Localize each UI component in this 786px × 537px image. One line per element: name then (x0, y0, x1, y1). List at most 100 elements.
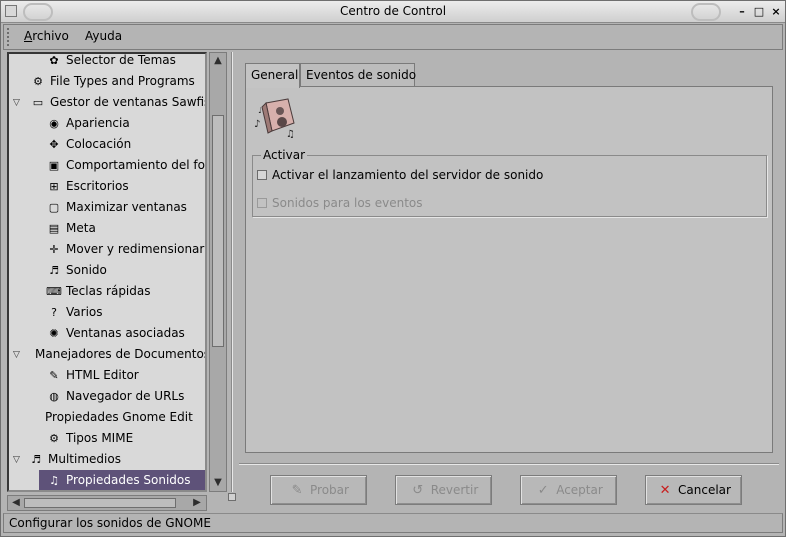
tree-item-label: Propiedades Sonidos (66, 473, 191, 487)
activar-frame: Activar Activar el lanzamiento del servi… (252, 148, 767, 217)
svg-text:♪: ♪ (254, 119, 260, 130)
revertir-button[interactable]: ↺ Revertir (395, 475, 492, 505)
capplet-tree: ✿ Selector de Temas ⚙ File Types and Progra… (7, 52, 207, 492)
scroll-thumb[interactable] (212, 115, 224, 347)
tree-item[interactable]: ◉ Apariencia (45, 113, 130, 134)
test-icon: ✎ (291, 483, 303, 498)
tree-item-label: Colocación (66, 137, 132, 151)
scroll-left-arrow-icon[interactable]: ◀ (9, 496, 23, 510)
globe-icon: ◍ (49, 389, 59, 403)
revert-icon: ↺ (412, 483, 424, 498)
tree-item-label: Gestor de ventanas Sawfish (50, 95, 207, 109)
menubar-grip[interactable] (7, 28, 13, 46)
general-tab-panel: ♪ ♫ ♩ Activar Activar el lanzamiento del… (245, 86, 773, 453)
tree-item-label: Teclas rápidas (66, 284, 151, 298)
tree-item[interactable]: ▭ Gestor de ventanas Sawfish (29, 92, 207, 113)
hscroll-thumb[interactable] (24, 498, 176, 508)
pen-icon: ✎ (49, 368, 59, 382)
menu-ayuda[interactable]: Ayuda (85, 29, 122, 43)
tree-horizontal-scrollbar[interactable]: ◀ ▶ (7, 495, 207, 511)
tree-item-label: Ventanas asociadas (66, 326, 185, 340)
control-center-window: Centro de Control – □ × Archivo Ayuda ✿ S… (0, 0, 786, 537)
svg-text:♩: ♩ (258, 106, 262, 115)
keys-icon: ⌨ (46, 284, 62, 298)
tree-item[interactable]: ▢ Maximizar ventanas (45, 197, 187, 218)
checkbox-box[interactable] (257, 170, 267, 180)
tree-item-label: Maximizar ventanas (66, 200, 187, 214)
tree-item[interactable]: ⚙ File Types and Programs (29, 71, 195, 92)
file-types-icon: ⚙ (33, 74, 43, 88)
aceptar-button[interactable]: ✓ Aceptar (520, 475, 617, 505)
maximize-button[interactable]: □ (752, 5, 766, 19)
status-bar: Configurar los sonidos de GNOME (3, 513, 783, 533)
menu-archivo[interactable]: Archivo (24, 29, 69, 43)
tree-item[interactable]: ✿ Selector de Temas (45, 53, 176, 71)
tree-item[interactable]: ? Varios (45, 302, 103, 323)
tab-eventos-de-sonido[interactable]: Eventos de sonido (300, 63, 416, 87)
meta-icon: ▤ (48, 221, 60, 235)
menu-bar: Archivo Ayuda (3, 24, 783, 50)
tab-general[interactable]: General (245, 63, 300, 88)
tree-item[interactable]: ⚙ Tipos MIME (45, 428, 133, 449)
probar-button[interactable]: ✎ Probar (270, 475, 367, 505)
pane-resize-handle[interactable] (228, 493, 236, 501)
focus-icon: ▣ (48, 158, 60, 172)
close-button[interactable]: × (769, 5, 783, 19)
tree-item-label: Propiedades Gnome Edit (45, 410, 193, 424)
sound-props-icon: ♫ (49, 473, 59, 487)
button-separator (239, 463, 779, 465)
expander-toggle-icon[interactable]: ▽ (13, 98, 20, 108)
event-sounds-checkbox[interactable]: Sonidos para los eventos (257, 194, 423, 212)
title-bar[interactable]: Centro de Control – □ × (1, 1, 785, 23)
tree-item[interactable]: ✺ Ventanas asociadas (45, 323, 185, 344)
theme-icon: ✿ (49, 53, 59, 67)
window-manager-icon: ▭ (32, 95, 44, 109)
tree-item-label: File Types and Programs (50, 74, 195, 88)
tree-item-label: Multimedios (48, 452, 121, 466)
svg-text:♫: ♫ (286, 129, 295, 139)
tree-item[interactable]: ✥ Colocación (45, 134, 131, 155)
tree-item[interactable]: ✎ HTML Editor (45, 365, 139, 386)
tree-item-label: HTML Editor (66, 368, 139, 382)
tree-item[interactable]: Propiedades Gnome Edit (45, 407, 193, 428)
tree-item[interactable]: Manejadores de Documentos (27, 344, 207, 365)
frame-label: Activar (261, 148, 308, 162)
scroll-right-arrow-icon[interactable]: ▶ (190, 496, 204, 510)
window-title: Centro de Control (339, 4, 447, 18)
eye-icon: ◉ (49, 116, 59, 130)
misc-icon: ? (51, 305, 57, 319)
tree-item[interactable]: ▣ Comportamiento del foco (45, 155, 205, 176)
tree-item[interactable]: ♬ Sonido (45, 260, 107, 281)
checkbox-box[interactable] (257, 198, 267, 208)
tree-item[interactable]: ✛ Mover y redimensionar (45, 239, 204, 260)
accept-icon: ✓ (537, 483, 549, 498)
tree-item[interactable]: ◍ Navegador de URLs (45, 386, 184, 407)
tree-item[interactable]: ⊞ Escritorios (45, 176, 129, 197)
tree-item[interactable]: ⌨ Teclas rápidas (45, 281, 151, 302)
checkbox-label: Activar el lanzamiento del servidor de s… (272, 168, 544, 182)
scroll-down-arrow-icon[interactable]: ▼ (211, 476, 225, 490)
linked-windows-icon: ✺ (49, 326, 59, 340)
tree-item-label: Escritorios (66, 179, 129, 193)
tree-item[interactable]: ▤ Meta (45, 218, 96, 239)
expander-toggle-icon[interactable]: ▽ (13, 350, 20, 360)
tree-item-label: Manejadores de Documentos (35, 347, 207, 361)
cancelar-button[interactable]: ✕ Cancelar (645, 475, 742, 505)
tree-item-label: Selector de Temas (66, 53, 176, 67)
expander-toggle-icon[interactable]: ▽ (13, 455, 20, 465)
maximize-icon: ▢ (48, 200, 60, 214)
minimize-button[interactable]: – (735, 5, 749, 19)
tree-item[interactable]: ♬ Multimedios (27, 449, 121, 470)
tree-item-label: Sonido (66, 263, 107, 277)
tree-item-label: Navegador de URLs (66, 389, 185, 403)
tree-item-label: Varios (66, 305, 103, 319)
pane-separator[interactable] (231, 52, 233, 492)
tree-item[interactable]: ♫ Propiedades Sonidos (39, 470, 205, 490)
move-resize-icon: ✛ (49, 242, 59, 256)
cancel-icon: ✕ (659, 483, 671, 498)
scroll-up-arrow-icon[interactable]: ▲ (211, 54, 225, 68)
sound-server-checkbox[interactable]: Activar el lanzamiento del servidor de s… (257, 166, 543, 184)
tree-vertical-scrollbar[interactable]: ▲ ▼ (209, 52, 227, 492)
placement-icon: ✥ (49, 137, 59, 151)
mime-icon: ⚙ (49, 431, 59, 445)
